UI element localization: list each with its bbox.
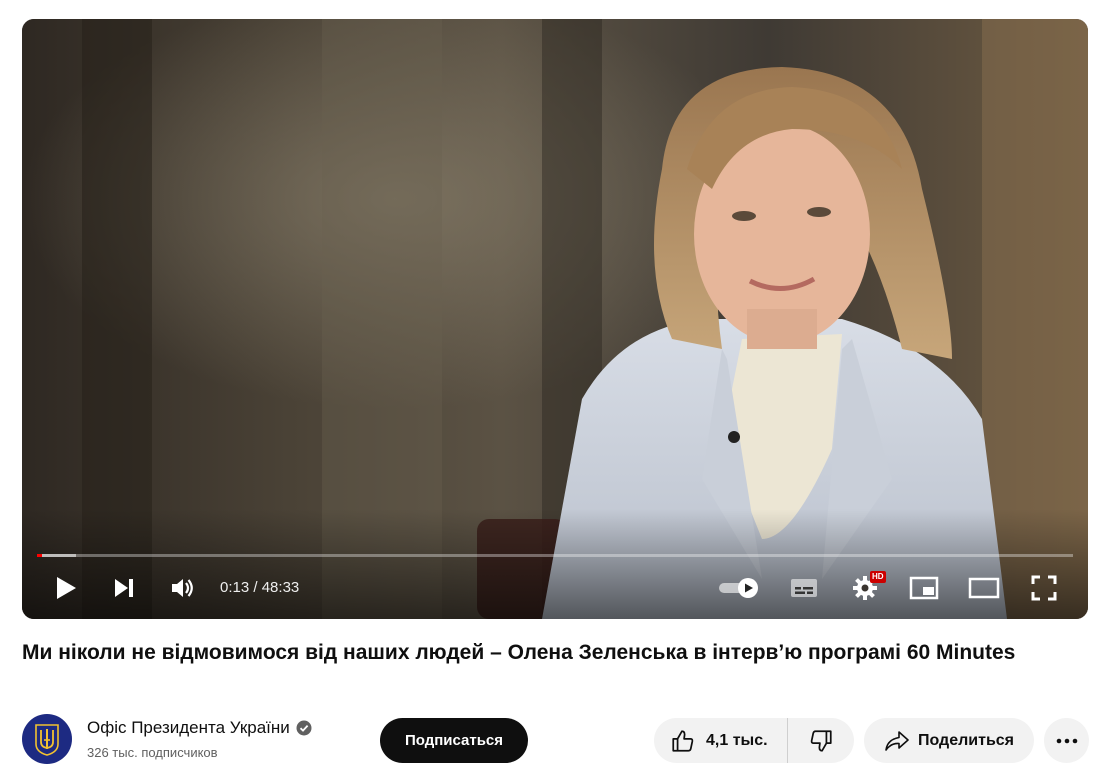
like-button[interactable]: 4,1 тыс. [654, 718, 788, 763]
time-total: 48:33 [261, 579, 300, 596]
time-current: 0:13 [220, 579, 250, 596]
miniplayer-icon [909, 576, 939, 600]
fullscreen-button[interactable] [1026, 570, 1062, 606]
channel-name[interactable]: Офіс Президента України [87, 716, 290, 740]
subtitles-icon [791, 579, 817, 597]
subtitles-button[interactable] [786, 570, 822, 606]
progress-bar[interactable] [37, 554, 1073, 557]
like-dislike-group: 4,1 тыс. [654, 718, 854, 763]
miniplayer-button[interactable] [906, 570, 942, 606]
play-button[interactable] [50, 570, 82, 606]
video-player[interactable]: 0:13 / 48:33 HD [22, 19, 1088, 619]
subscriber-count: 326 тыс. подписчиков [87, 745, 218, 760]
like-count: 4,1 тыс. [706, 731, 768, 749]
share-label: Поделиться [917, 731, 1015, 749]
theater-mode-button[interactable] [965, 570, 1003, 606]
autoplay-toggle[interactable] [717, 570, 761, 606]
time-display: 0:13 / 48:33 [220, 576, 299, 600]
trident-emblem-icon [35, 724, 59, 756]
play-icon [57, 577, 76, 599]
video-title: Ми ніколи не відмовимося від наших людей… [22, 641, 1016, 664]
autoplay-toggle-icon [719, 578, 758, 598]
progress-played [37, 554, 42, 557]
fullscreen-icon [1031, 575, 1057, 601]
more-actions-button[interactable] [1044, 718, 1089, 763]
subscribe-button[interactable]: Подписаться [380, 718, 528, 763]
share-button[interactable]: Поделиться [864, 718, 1034, 763]
mute-button[interactable] [167, 570, 199, 606]
channel-name-row: Офіс Президента України [87, 716, 312, 740]
more-horizontal-icon [1056, 738, 1077, 743]
theater-mode-icon [968, 577, 1000, 599]
next-icon [115, 579, 133, 597]
next-button[interactable] [108, 570, 140, 606]
share-arrow-icon [885, 730, 909, 751]
time-separator: / [249, 579, 262, 596]
channel-avatar[interactable] [22, 714, 72, 764]
thumbs-up-icon [672, 729, 694, 752]
progress-buffered [37, 554, 77, 557]
verified-check-icon [296, 720, 312, 736]
hd-badge: HD [870, 571, 886, 583]
dislike-button[interactable] [788, 718, 854, 763]
volume-icon [172, 579, 193, 597]
thumbs-down-icon [810, 729, 832, 752]
